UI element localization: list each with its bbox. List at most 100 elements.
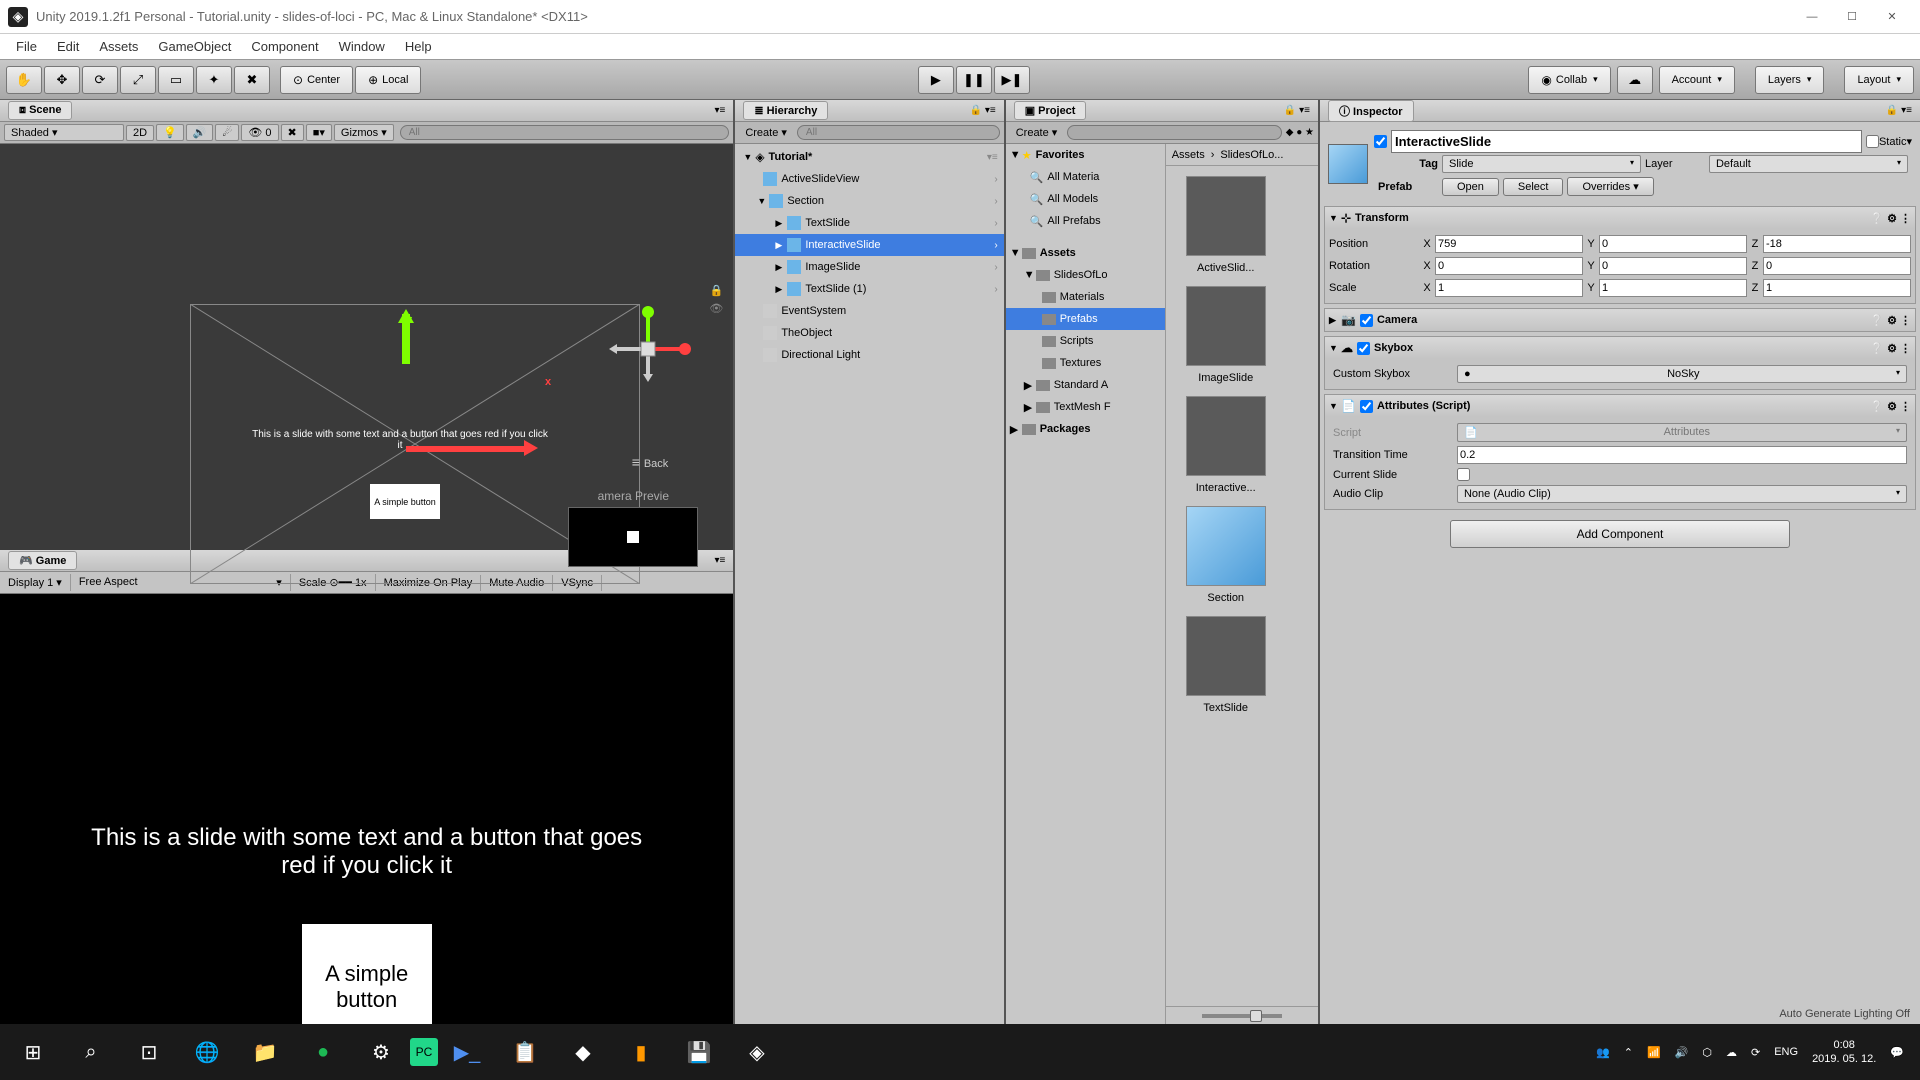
audio-icon[interactable]: 🔊 bbox=[186, 124, 214, 141]
display-dropdown[interactable]: Display 1 ▾ bbox=[0, 574, 71, 591]
search-filter-icon[interactable]: ◆ ● ★ bbox=[1286, 127, 1314, 138]
hierarchy-item[interactable]: ▼Section› bbox=[735, 190, 1003, 212]
hierarchy-tab[interactable]: ≣ Hierarchy 🔒 ▾≡ bbox=[735, 100, 1003, 122]
game-view[interactable]: This is a slide with some text and a but… bbox=[0, 594, 733, 1024]
back-button[interactable]: ≡ Back bbox=[632, 454, 669, 470]
cloud-icon[interactable]: ☁ bbox=[1726, 1046, 1737, 1059]
icon-size-slider[interactable] bbox=[1202, 1014, 1282, 1018]
language-indicator[interactable]: ENG bbox=[1774, 1046, 1798, 1058]
audio-clip-field[interactable]: None (Audio Clip) bbox=[1457, 485, 1907, 503]
custom-skybox-field[interactable]: ● NoSky bbox=[1457, 365, 1907, 383]
rot-z-input[interactable] bbox=[1763, 257, 1911, 275]
prefab-open-button[interactable]: Open bbox=[1442, 178, 1499, 196]
scene-slide-button[interactable]: A simple button bbox=[370, 484, 440, 519]
cloud-icon[interactable]: ☁ bbox=[1617, 66, 1653, 94]
static-checkbox[interactable] bbox=[1866, 135, 1879, 148]
close-button[interactable]: ✕ bbox=[1872, 3, 1912, 31]
ortho-icon[interactable]: ■▾ bbox=[306, 124, 332, 141]
menu-window[interactable]: Window bbox=[329, 35, 395, 58]
folder-item[interactable]: ▼SlidesOfLo bbox=[1006, 264, 1165, 286]
favorites-folder[interactable]: ▼★Favorites bbox=[1006, 144, 1165, 166]
project-create-dropdown[interactable]: Create bbox=[1010, 125, 1064, 140]
project-search-input[interactable] bbox=[1067, 125, 1281, 140]
hierarchy-item[interactable]: ▶TextSlide (1)› bbox=[735, 278, 1003, 300]
assets-folder[interactable]: ▼Assets bbox=[1006, 242, 1165, 264]
lighting-status[interactable]: Auto Generate Lighting Off bbox=[1320, 1004, 1920, 1024]
transition-time-input[interactable] bbox=[1457, 446, 1907, 464]
folder-item[interactable]: Scripts bbox=[1006, 330, 1165, 352]
prefab-overrides-button[interactable]: Overrides ▾ bbox=[1567, 177, 1653, 196]
folder-item[interactable]: ▶Standard A bbox=[1006, 374, 1165, 396]
fav-item[interactable]: 🔍All Prefabs bbox=[1006, 210, 1165, 232]
sync-icon[interactable]: ⟳ bbox=[1751, 1046, 1760, 1059]
custom-tool-icon[interactable]: ✖ bbox=[234, 66, 270, 94]
rot-x-input[interactable] bbox=[1435, 257, 1583, 275]
settings-icon[interactable]: ⚙ bbox=[352, 1024, 410, 1080]
prefab-item[interactable]: ActiveSlid... bbox=[1176, 176, 1276, 274]
account-dropdown[interactable]: Account bbox=[1659, 66, 1735, 94]
lock-icon[interactable]: 🔒 bbox=[710, 284, 724, 297]
hierarchy-item[interactable]: EventSystem bbox=[735, 300, 1003, 322]
folder-item[interactable]: ▶TextMesh F bbox=[1006, 396, 1165, 418]
wifi-icon[interactable]: 📶 bbox=[1647, 1046, 1661, 1059]
attributes-enabled-checkbox[interactable] bbox=[1360, 400, 1373, 413]
move-tool-icon[interactable]: ✥ bbox=[44, 66, 80, 94]
visibility-icon[interactable]: 👁 bbox=[709, 302, 723, 315]
transform-tool-icon[interactable]: ✦ bbox=[196, 66, 232, 94]
pivot-local-button[interactable]: ⊕ Local bbox=[355, 66, 421, 94]
orientation-gizmo[interactable] bbox=[603, 304, 693, 394]
project-breadcrumb[interactable]: Assets › SlidesOfLo... bbox=[1166, 144, 1318, 166]
unity-hub-icon[interactable]: ◈ bbox=[728, 1024, 786, 1080]
collab-dropdown[interactable]: ◉ Collab bbox=[1528, 66, 1610, 94]
minimize-button[interactable]: — bbox=[1792, 3, 1832, 31]
task-view-icon[interactable]: ⊡ bbox=[120, 1024, 178, 1080]
hand-tool-icon[interactable]: ✋ bbox=[6, 66, 42, 94]
hierarchy-item[interactable]: ▶TextSlide› bbox=[735, 212, 1003, 234]
menu-assets[interactable]: Assets bbox=[89, 35, 148, 58]
folder-item-selected[interactable]: Prefabs bbox=[1006, 308, 1165, 330]
camera-enabled-checkbox[interactable] bbox=[1360, 314, 1373, 327]
menu-help[interactable]: Help bbox=[395, 35, 442, 58]
scene-tab[interactable]: ⧈ Scene ▾≡ bbox=[0, 100, 733, 122]
hidden-zero[interactable]: 👁 0 bbox=[241, 124, 278, 141]
rot-y-input[interactable] bbox=[1599, 257, 1747, 275]
prefab-item[interactable]: Interactive... bbox=[1176, 396, 1276, 494]
fav-item[interactable]: 🔍All Materia bbox=[1006, 166, 1165, 188]
people-icon[interactable]: 👥 bbox=[1596, 1046, 1610, 1059]
scale-tool-icon[interactable]: ⤢ bbox=[120, 66, 156, 94]
folder-item[interactable]: Textures bbox=[1006, 352, 1165, 374]
fx-icon[interactable]: ☄ bbox=[215, 124, 239, 141]
shading-dropdown[interactable]: Shaded ▾ bbox=[4, 124, 124, 141]
scene-slide-text[interactable]: This is a slide with some text and a but… bbox=[250, 429, 550, 451]
pos-z-input[interactable] bbox=[1763, 235, 1911, 253]
menu-file[interactable]: File bbox=[6, 35, 47, 58]
layers-dropdown[interactable]: Layers bbox=[1755, 66, 1825, 94]
layout-dropdown[interactable]: Layout bbox=[1844, 66, 1914, 94]
pycharm-icon[interactable]: PC bbox=[410, 1038, 438, 1066]
play-button[interactable]: ▶ bbox=[918, 66, 954, 94]
lighting-icon[interactable]: 💡 bbox=[156, 124, 184, 141]
tray-expand-icon[interactable]: ⌃ bbox=[1624, 1046, 1633, 1059]
menu-edit[interactable]: Edit bbox=[47, 35, 89, 58]
hierarchy-item[interactable]: ActiveSlideView› bbox=[735, 168, 1003, 190]
hierarchy-scene[interactable]: ▼◈ Tutorial*▾≡ bbox=[735, 146, 1003, 168]
prefab-item[interactable]: Section bbox=[1176, 506, 1276, 604]
search-icon[interactable]: ⌕ bbox=[62, 1024, 120, 1080]
scale-y-input[interactable] bbox=[1599, 279, 1747, 297]
packages-folder[interactable]: ▶Packages bbox=[1006, 418, 1165, 440]
tag-dropdown[interactable]: Slide bbox=[1442, 155, 1641, 173]
prefab-item[interactable]: TextSlide bbox=[1176, 616, 1276, 714]
menu-component[interactable]: Component bbox=[241, 35, 328, 58]
component-menu-icon[interactable]: ❔ ⚙ ⋮ bbox=[1870, 342, 1911, 355]
pos-x-input[interactable] bbox=[1435, 235, 1583, 253]
pivot-center-button[interactable]: ⊙ Center bbox=[280, 66, 353, 94]
maximize-button[interactable]: ☐ bbox=[1832, 3, 1872, 31]
project-tab[interactable]: ▣ Project 🔒 ▾≡ bbox=[1006, 100, 1318, 122]
menu-gameobject[interactable]: GameObject bbox=[148, 35, 241, 58]
gameobject-name-input[interactable] bbox=[1391, 130, 1862, 153]
spotify-icon[interactable]: ● bbox=[294, 1024, 352, 1080]
hierarchy-item[interactable]: Directional Light bbox=[735, 344, 1003, 366]
layer-dropdown[interactable]: Default bbox=[1709, 155, 1908, 173]
app-icon[interactable]: ◆ bbox=[554, 1024, 612, 1080]
powershell-icon[interactable]: ▶_ bbox=[438, 1024, 496, 1080]
